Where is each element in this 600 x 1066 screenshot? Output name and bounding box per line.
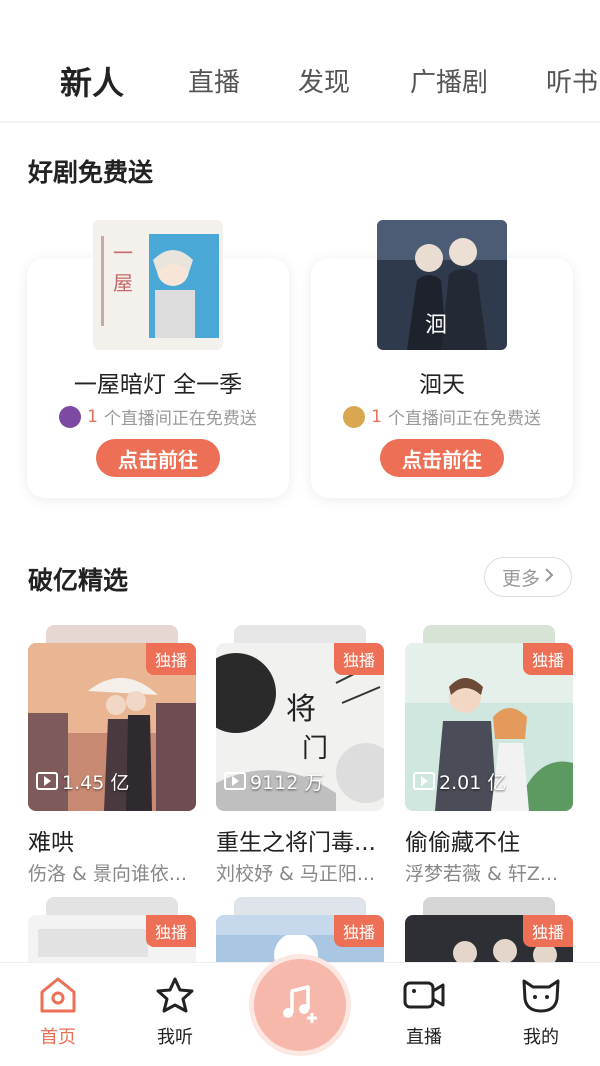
album-authors: 刘校妤 & 马正阳... — [216, 863, 376, 885]
play-count-value: 9112 万 — [250, 771, 324, 794]
go-button[interactable]: 点击前往 — [380, 439, 504, 477]
exclusive-badge: 独播 — [145, 643, 196, 675]
free-card-name: 洄天 — [419, 372, 465, 398]
nav-home[interactable]: 首页 — [18, 975, 98, 1049]
play-icon — [224, 772, 246, 790]
svg-text:洄: 洄 — [425, 313, 447, 338]
nav-home-label: 首页 — [40, 1027, 76, 1048]
tab-radio-drama[interactable]: 广播剧 — [410, 62, 488, 99]
exclusive-badge: 独播 — [145, 915, 196, 947]
exclusive-badge: 独播 — [333, 915, 384, 947]
bottom-nav: 首页 我听 直播 我的 — [0, 959, 600, 1066]
stack-decoration — [423, 625, 555, 645]
svg-text:将: 将 — [286, 692, 316, 727]
home-icon — [18, 975, 98, 1019]
video-camera-icon — [384, 975, 464, 1019]
nav-listen-label: 我听 — [157, 1027, 193, 1048]
stack-decoration — [234, 625, 366, 645]
more-label: 更多 — [501, 567, 540, 590]
category-tabs: 新人 直播 发现 广播剧 听书 — [0, 62, 600, 106]
free-card[interactable]: 一 屋 一屋暗灯 全一季 1 个直播间正在免费送 点击前往 — [27, 220, 289, 498]
svg-text:一: 一 — [113, 241, 133, 265]
cat-face-icon — [501, 975, 581, 1019]
music-add-button[interactable] — [254, 959, 346, 1051]
album-cover[interactable]: 一 屋 — [93, 220, 223, 350]
nav-mine[interactable]: 我的 — [501, 975, 581, 1049]
nav-mine-label: 我的 — [523, 1027, 559, 1048]
room-count-text: 个直播间正在免费送 — [103, 409, 257, 429]
exclusive-badge: 独播 — [522, 643, 573, 675]
album-authors: 浮梦若薇 & 轩Z... — [405, 863, 559, 885]
music-add-icon — [278, 981, 322, 1029]
tab-live[interactable]: 直播 — [188, 62, 240, 99]
top-bar: 新人 直播 发现 广播剧 听书 — [0, 0, 600, 122]
tab-discover[interactable]: 发现 — [298, 62, 350, 99]
free-card-name: 一屋暗灯 全一季 — [73, 372, 243, 398]
go-button[interactable]: 点击前往 — [96, 439, 220, 477]
tab-new-user[interactable]: 新人 — [60, 58, 124, 104]
nav-live-label: 直播 — [406, 1027, 442, 1048]
free-card[interactable]: 洄 洄天 1 个直播间正在免费送 点击前往 — [311, 220, 573, 498]
featured-section-title: 破亿精选 — [28, 566, 129, 595]
album-authors: 伤洛 & 景向谁依... — [28, 863, 188, 885]
free-card-meta: 1 个直播间正在免费送 — [311, 404, 573, 429]
host-avatar — [343, 405, 366, 428]
album-title: 偷偷藏不住 — [405, 830, 520, 856]
room-count: 1 — [371, 406, 382, 427]
stack-decoration — [46, 897, 178, 917]
stack-decoration — [46, 625, 178, 645]
exclusive-badge: 独播 — [522, 915, 573, 947]
free-section-title: 好剧免费送 — [28, 158, 154, 187]
exclusive-badge: 独播 — [333, 643, 384, 675]
album-cover[interactable]: 洄 — [377, 220, 507, 350]
nav-listen[interactable]: 我听 — [135, 975, 215, 1049]
room-count: 1 — [87, 406, 98, 427]
host-avatar — [59, 405, 82, 428]
chevron-right-icon — [544, 566, 554, 588]
tab-audiobook[interactable]: 听书 — [546, 62, 598, 99]
stack-decoration — [423, 897, 555, 917]
svg-text:门: 门 — [302, 734, 328, 764]
play-icon — [36, 772, 58, 790]
main-content: 好剧免费送 一 屋 一屋暗灯 全一季 1 个直播间正在免费送 点击前往 洄 洄天… — [0, 123, 600, 963]
play-icon — [413, 772, 435, 790]
svg-text:屋: 屋 — [113, 271, 133, 295]
stack-decoration — [234, 897, 366, 917]
album-title: 重生之将门毒... — [216, 830, 376, 856]
play-count-value: 1.45 亿 — [62, 771, 130, 794]
album-title: 难哄 — [28, 830, 74, 856]
room-count-text: 个直播间正在免费送 — [387, 409, 541, 429]
free-card-meta: 1 个直播间正在免费送 — [27, 404, 289, 429]
nav-live[interactable]: 直播 — [384, 975, 464, 1049]
play-count-value: 2.01 亿 — [439, 771, 507, 794]
more-button[interactable]: 更多 — [484, 557, 572, 597]
star-icon — [135, 975, 215, 1019]
